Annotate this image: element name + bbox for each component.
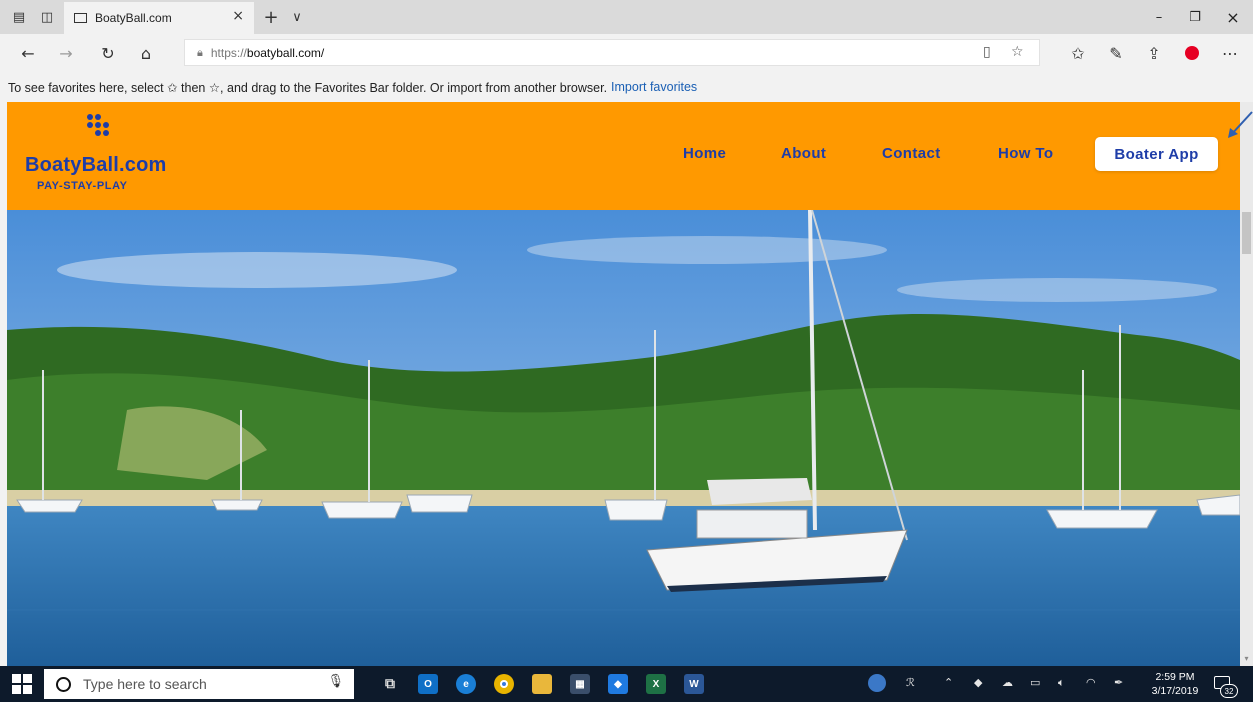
tab-title: BoatyBall.com (95, 11, 172, 25)
action-center-icon[interactable]: 32 (1212, 674, 1238, 698)
help-icon[interactable] (868, 674, 886, 692)
browser-tab-bar: ▤ ◫ BoatyBall.com × + ∨ – ❐ × (0, 0, 1253, 34)
windows-start-icon[interactable] (12, 674, 32, 694)
onedrive-icon[interactable]: ☁ (1002, 676, 1013, 689)
word-icon[interactable]: W (684, 674, 704, 694)
favorite-star-icon[interactable]: ☆ (1011, 44, 1024, 60)
url-host: boatyball.com/ (246, 45, 325, 60)
dropbox-tray-icon[interactable]: ◆ (974, 676, 982, 689)
volume-icon[interactable]: 🔈︎ (1058, 676, 1065, 690)
battery-icon[interactable]: ▭ (1030, 676, 1040, 689)
nav-how-to[interactable]: How To (998, 145, 1053, 162)
address-bar[interactable]: 🔒︎ https:// boatyball.com/ ▯ ☆ (184, 39, 1040, 66)
clock-date: 3/17/2019 (1151, 685, 1199, 697)
cortana-icon (56, 676, 71, 692)
import-favorites-link[interactable]: Import favorites (611, 80, 697, 94)
pen-workspace-icon[interactable]: ✒ (1114, 676, 1123, 689)
edge-icon[interactable]: e (456, 674, 476, 694)
favorites-hub-icon[interactable]: ✩ (1066, 42, 1090, 64)
back-icon[interactable]: ← (16, 42, 40, 64)
site-header: BoatyBall.com PAY-STAY-PLAY Home About C… (7, 102, 1240, 210)
page-scrollbar[interactable]: ▾ (1240, 102, 1253, 666)
browser-tab[interactable]: BoatyBall.com × (64, 2, 254, 34)
clock-time: 2:59 PM (1155, 671, 1195, 683)
refresh-icon[interactable]: ↻ (96, 42, 120, 64)
minimize-button[interactable]: – (1144, 6, 1174, 28)
favorites-bar-message: To see favorites here, select ✩ then ☆, … (8, 80, 608, 95)
share-icon[interactable]: ⇪ (1142, 42, 1166, 64)
taskbar-search-input[interactable]: Type here to search 🎙︎ (44, 669, 354, 699)
home-icon[interactable]: ⌂ (134, 42, 158, 64)
windows-taskbar: Type here to search 🎙︎ ⧉ O e ▦ ◆ X W ℛ ⌃… (0, 666, 1253, 702)
store-icon[interactable]: ▦ (570, 674, 590, 694)
web-page: BoatyBall.com PAY-STAY-PLAY Home About C… (7, 102, 1240, 666)
boater-app-button[interactable]: Boater App (1095, 137, 1218, 171)
excel-icon[interactable]: X (646, 674, 666, 694)
show-hidden-icons-chevron-icon[interactable]: ⌃ (944, 676, 953, 689)
close-window-button[interactable]: × (1218, 6, 1248, 28)
restore-button[interactable]: ❐ (1180, 6, 1210, 28)
outlook-icon[interactable]: O (418, 674, 438, 694)
file-explorer-icon[interactable] (532, 674, 552, 694)
people-icon[interactable]: ℛ (906, 676, 915, 689)
site-logo[interactable]: BoatyBall.com PAY-STAY-PLAY (25, 114, 175, 204)
forward-icon[interactable]: → (54, 42, 78, 64)
annotation-arrow-icon (1228, 111, 1253, 138)
lock-icon: 🔒︎ (197, 45, 203, 59)
browser-toolbar: ← → ↻ ⌂ 🔒︎ https:// boatyball.com/ ▯ ☆ ✩… (0, 34, 1253, 72)
new-tab-button[interactable]: + (260, 6, 282, 28)
taskbar-clock[interactable]: 2:59 PM 3/17/2019 (1150, 670, 1200, 698)
url-scheme: https:// (210, 45, 247, 60)
microphone-icon[interactable]: 🎙︎ (327, 674, 344, 689)
task-view-icon[interactable]: ⧉ (380, 674, 400, 694)
wifi-icon[interactable]: ◠ (1086, 676, 1096, 689)
nav-contact[interactable]: Contact (882, 145, 941, 162)
nav-about[interactable]: About (781, 145, 826, 162)
favorites-bar: To see favorites here, select ✩ then ☆, … (0, 72, 1253, 102)
pinterest-icon[interactable] (1180, 42, 1204, 64)
page-icon (74, 13, 87, 23)
tab-aside-icon[interactable]: ▤ (8, 6, 30, 28)
brand-tagline: PAY-STAY-PLAY (37, 180, 128, 192)
brand-name: BoatyBall.com (25, 154, 167, 176)
tab-preview-icon[interactable]: ◫ (36, 6, 58, 28)
reading-view-icon[interactable]: ▯ (983, 44, 991, 60)
notification-count-badge: 32 (1220, 684, 1238, 698)
nav-home[interactable]: Home (683, 145, 726, 162)
more-icon[interactable]: ⋯ (1218, 42, 1242, 64)
chrome-icon[interactable] (494, 674, 514, 694)
dropbox-icon[interactable]: ◆ (608, 674, 628, 694)
tab-close-icon[interactable]: × (232, 8, 244, 24)
hero-image (7, 210, 1240, 666)
logo-dots-icon (77, 114, 117, 144)
tab-list-chevron-icon[interactable]: ∨ (286, 6, 308, 28)
scroll-down-icon[interactable]: ▾ (1240, 654, 1253, 666)
pen-icon[interactable]: ✎ (1104, 42, 1128, 64)
scrollbar-thumb[interactable] (1242, 212, 1251, 254)
taskbar-search-placeholder: Type here to search (83, 676, 207, 692)
